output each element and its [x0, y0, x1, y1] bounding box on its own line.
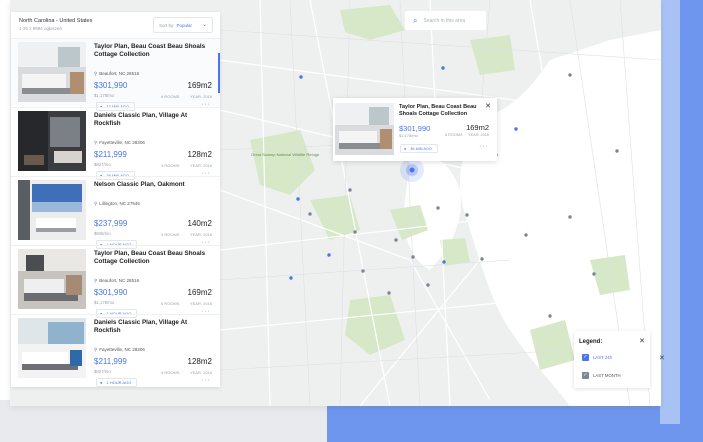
- map-marker: [568, 73, 572, 77]
- map-marker: [348, 188, 352, 192]
- clock-icon: ●: [404, 146, 407, 151]
- background-grey-band: [0, 400, 327, 442]
- map-marker: [615, 149, 619, 153]
- location-pin-icon: ⚲: [94, 71, 98, 76]
- close-icon[interactable]: ✕: [485, 102, 491, 110]
- listing-year: YEAR: 2016: [189, 94, 212, 99]
- map-app-window: Great Swamp National Wildlife Refuge Nor…: [10, 0, 661, 406]
- listing-price: $301,990: [94, 81, 128, 90]
- map-marker: [442, 260, 446, 264]
- listing-monthly: $1,178/mo: [94, 93, 115, 98]
- map-marker: [480, 257, 484, 261]
- listings-header: North Carolina - United States 1-20 z 99…: [11, 12, 220, 38]
- listing-title[interactable]: Taylor Plan, Beau Coast Beau Shoals Cott…: [94, 43, 212, 59]
- map-marker: [411, 255, 415, 259]
- map-marker: [296, 197, 300, 201]
- listing-popup[interactable]: Taylor Plan, Beau Coast Beau Shoals Cott…: [333, 98, 497, 161]
- map-marker: [514, 127, 518, 131]
- listing-address: ⚲ Beaufort, NC 28516: [94, 71, 140, 76]
- time-badge: ● 1 HOUR AGO: [96, 378, 138, 387]
- map-marker: [353, 230, 357, 234]
- map-marker-selected: [409, 167, 415, 173]
- map-marker: [436, 206, 440, 210]
- sort-label: Sort by:: [159, 22, 175, 28]
- listing-card-badge-row: ● 1 HOUR AGO ···: [11, 176, 220, 249]
- map-marker: [426, 283, 430, 287]
- popup-title[interactable]: Taylor Plan, Beau Coast Beau Shoals Cott…: [399, 104, 479, 118]
- map-marker: [465, 213, 469, 217]
- clock-icon: ●: [100, 380, 103, 385]
- sort-dropdown[interactable]: Sort by: Popular ⌄: [153, 17, 213, 33]
- listing-card-badge-row: ● 1 HOUR AGO ···: [11, 314, 220, 387]
- popup-year: YEAR: 2016: [468, 133, 489, 137]
- map-marker: [289, 276, 293, 280]
- popup-photo: [335, 103, 394, 155]
- listing-card-badge-row: ● 36 MIN AGO ···: [11, 107, 220, 180]
- map-marker: [394, 238, 398, 242]
- more-options-icon[interactable]: ···: [479, 143, 489, 150]
- listing-card[interactable]: Taylor Plan, Beau Coast Beau Shoals Cott…: [11, 38, 220, 106]
- checkbox-checked-icon[interactable]: ✓: [582, 371, 589, 379]
- listing-card-badge-row: ● 1 HOUR AGO ···: [11, 245, 220, 318]
- checkbox-checked-icon[interactable]: ✓: [582, 353, 589, 361]
- map-search-box[interactable]: ⌕ Search in this area: [405, 11, 486, 30]
- map-marker: [299, 75, 303, 79]
- search-input[interactable]: Search in this area: [423, 18, 465, 24]
- close-icon[interactable]: ✕: [639, 337, 645, 345]
- list-scrollbar[interactable]: [218, 53, 220, 93]
- map-marker: [524, 233, 528, 237]
- map-marker: [568, 215, 572, 219]
- close-icon[interactable]: ✕: [659, 354, 665, 362]
- sort-value: Popular: [176, 22, 193, 28]
- map-label-refuge: Great Swamp National Wildlife Refuge: [251, 152, 320, 157]
- map-marker: [592, 272, 596, 276]
- listing-area: 169m2: [187, 81, 212, 90]
- listing-rooms: 6 ROOMS: [161, 94, 180, 99]
- map-marker: [548, 314, 552, 318]
- search-icon: ⌕: [413, 15, 418, 25]
- time-badge: ● 36 MIN AGO: [400, 144, 438, 153]
- popup-price: $301,990: [399, 124, 431, 133]
- map-legend: Legend: ✕ ✓ LAST 24h ✓ LAST MONTH: [574, 331, 650, 388]
- listing-photo: [18, 42, 86, 102]
- popup-monthly: $1,178/mo: [399, 133, 418, 138]
- map-marker: [441, 66, 445, 70]
- popup-rooms: 6 ROOMS: [445, 133, 463, 137]
- map-marker: [361, 269, 365, 273]
- listings-panel: North Carolina - United States 1-20 z 99…: [11, 12, 220, 387]
- chevron-down-icon: ⌄: [201, 22, 207, 28]
- legend-item-last-month[interactable]: ✓ LAST MONTH: [582, 371, 621, 379]
- popup-area: 169m2: [466, 123, 489, 132]
- map-marker: [327, 253, 331, 257]
- legend-item-last-24h[interactable]: ✓ LAST 24h: [582, 353, 612, 361]
- map-marker: [387, 291, 391, 295]
- more-options-icon[interactable]: ···: [201, 377, 211, 384]
- map-marker: [308, 212, 312, 216]
- legend-title: Legend:: [579, 339, 603, 345]
